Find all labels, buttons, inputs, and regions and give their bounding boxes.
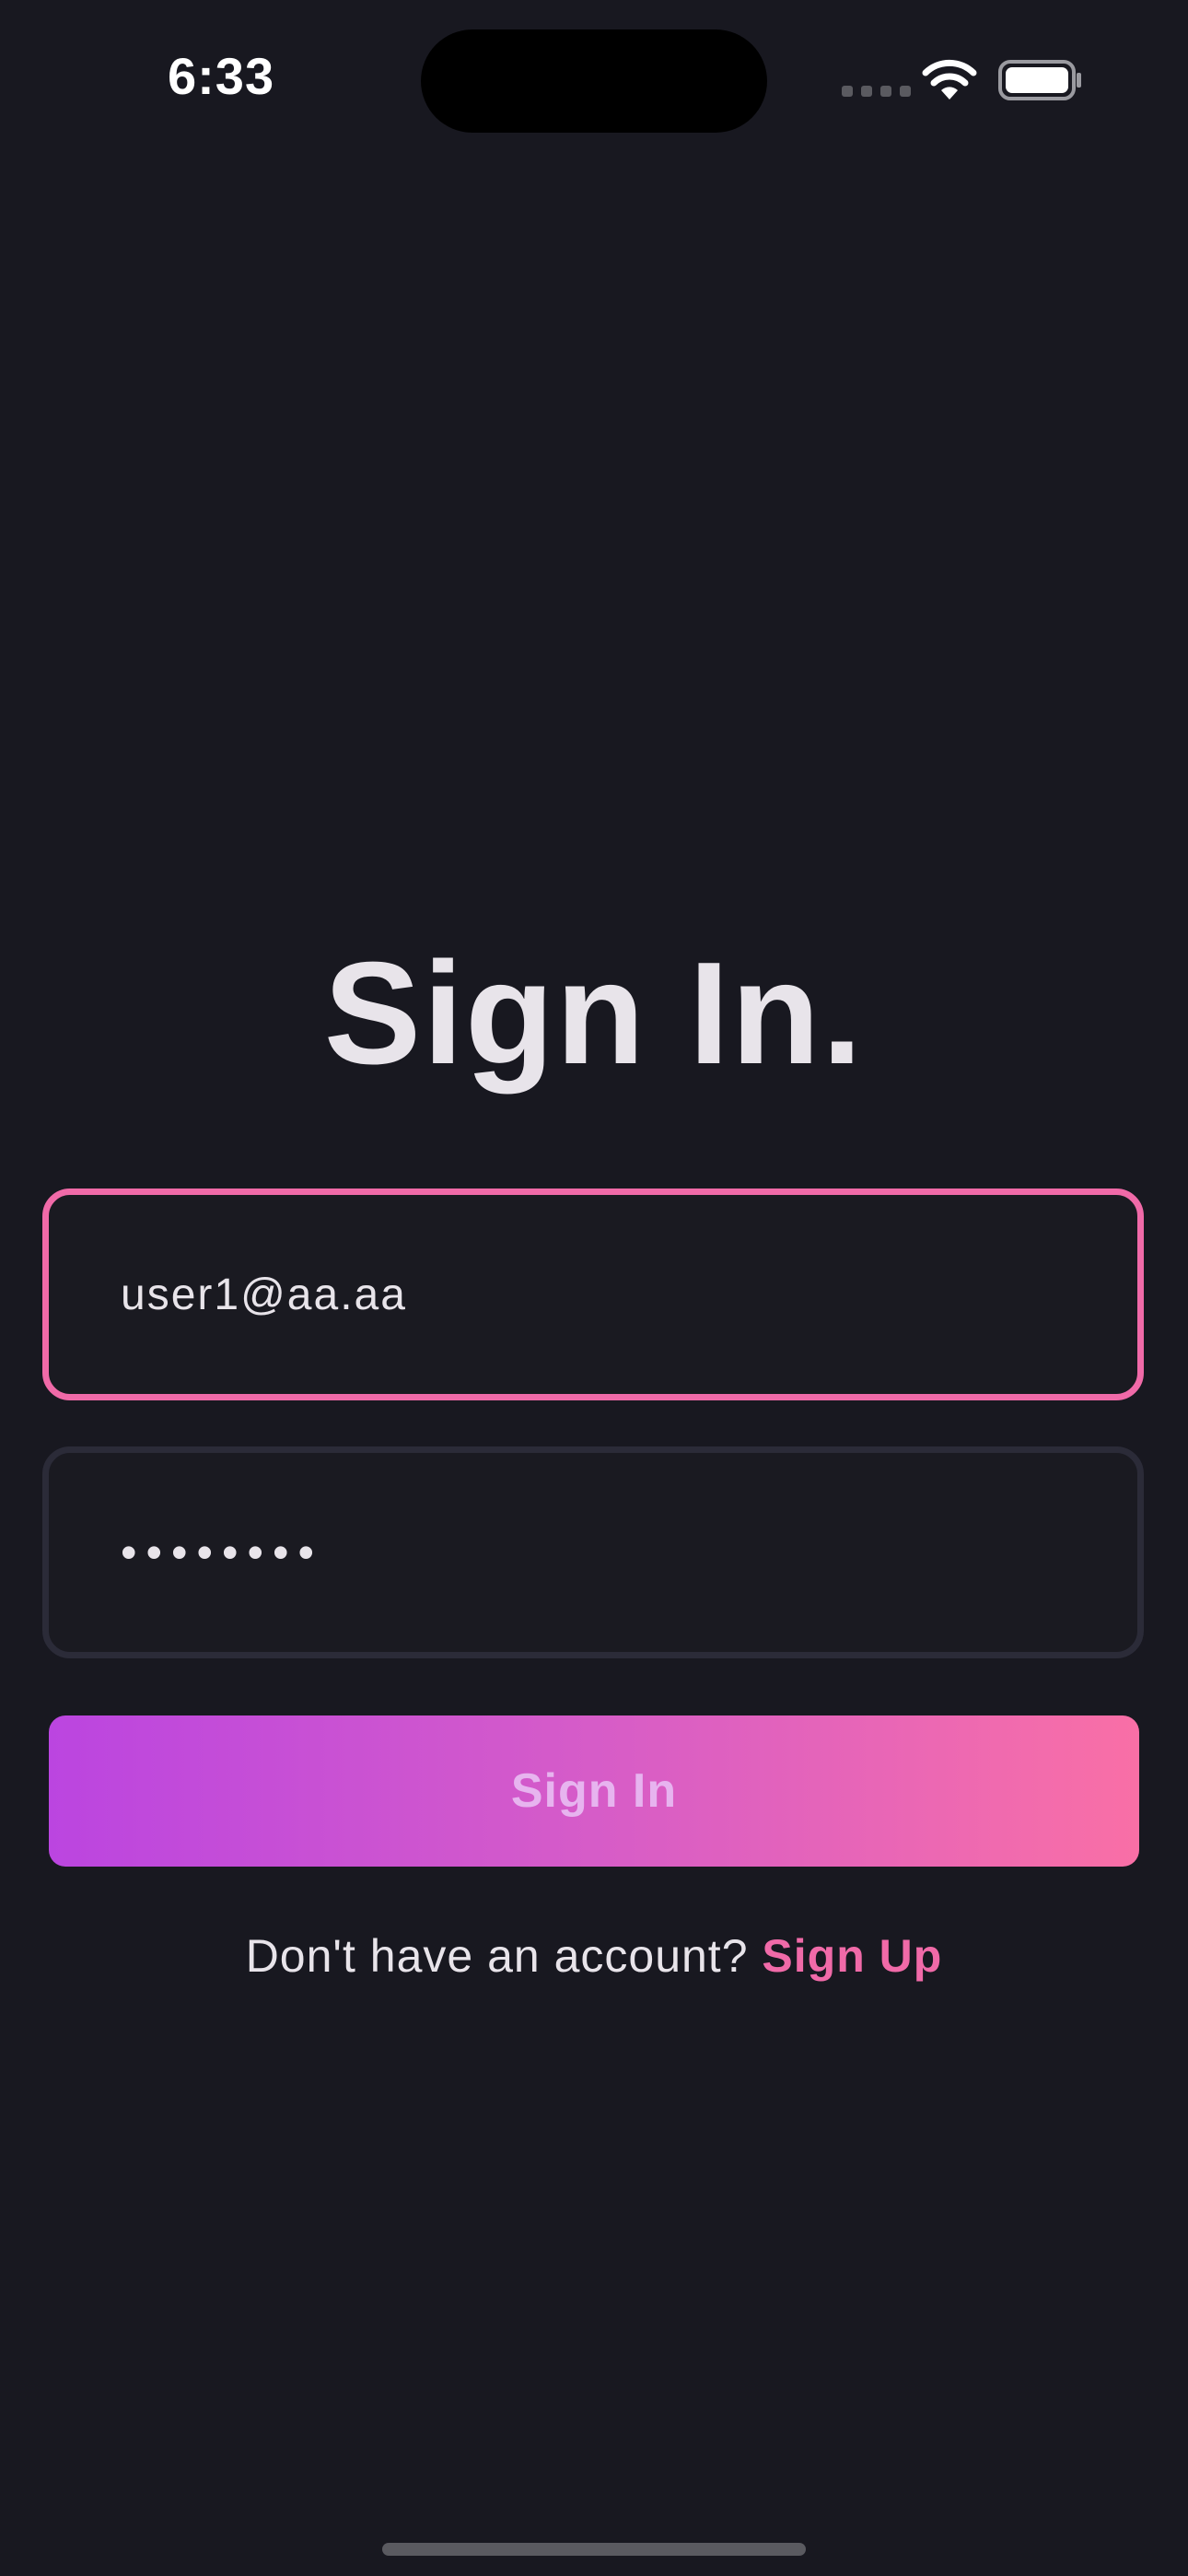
- sign-in-button-label: Sign In: [510, 1764, 678, 1818]
- sign-up-prompt: Don't have an account? Sign Up: [0, 1929, 1188, 1983]
- wifi-icon: [921, 59, 978, 106]
- status-bar-time: 6:33: [168, 47, 275, 105]
- email-field-value: user1@aa.aa: [121, 1270, 407, 1319]
- sign-up-prompt-text: Don't have an account?: [245, 1930, 749, 1982]
- password-field[interactable]: ••••••••: [42, 1446, 1144, 1658]
- cellular-signal-icon: [842, 86, 911, 97]
- email-field[interactable]: user1@aa.aa: [42, 1188, 1144, 1400]
- password-field-value: ••••••••: [121, 1527, 324, 1578]
- battery-icon: [998, 59, 1083, 106]
- page-title: Sign In.: [323, 932, 865, 1095]
- home-indicator[interactable]: [382, 2543, 806, 2556]
- dynamic-island: [421, 29, 767, 133]
- sign-in-button[interactable]: Sign In: [49, 1715, 1139, 1867]
- sign-up-link[interactable]: Sign Up: [762, 1930, 942, 1982]
